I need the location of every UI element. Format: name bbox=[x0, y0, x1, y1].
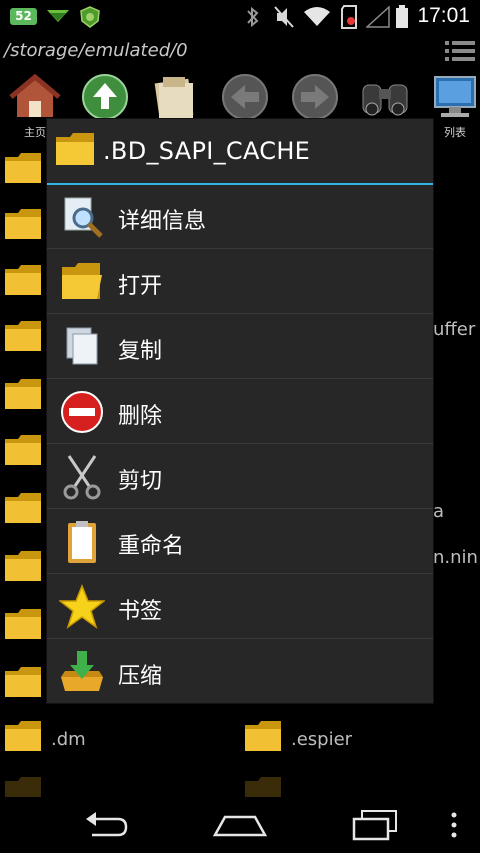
folder-icon[interactable] bbox=[4, 607, 42, 641]
folder-icon[interactable] bbox=[4, 151, 42, 185]
open-folder-icon bbox=[62, 263, 102, 299]
star-icon bbox=[59, 584, 105, 629]
documents-stack-icon bbox=[154, 77, 194, 120]
file-name-partial: uffer bbox=[433, 319, 476, 340]
signal-icon bbox=[366, 6, 390, 28]
binoculars-icon bbox=[362, 84, 408, 116]
current-path[interactable]: /storage/emulated/0 bbox=[4, 40, 188, 61]
menu-item-label: 详细信息 bbox=[118, 209, 207, 234]
folder-icon[interactable] bbox=[4, 775, 42, 797]
wifi-icon bbox=[304, 7, 330, 26]
bluetooth-icon bbox=[247, 6, 259, 28]
dialog-header: .BD_SAPI_CACHE bbox=[47, 119, 433, 185]
folder-icon[interactable] bbox=[4, 263, 42, 297]
dialog-title: .BD_SAPI_CACHE bbox=[103, 137, 311, 165]
magnifier-document-icon bbox=[64, 197, 103, 238]
home-icon[interactable] bbox=[212, 809, 268, 841]
copy-icon bbox=[66, 327, 98, 365]
folder-icon[interactable] bbox=[244, 775, 282, 797]
navigation-bar bbox=[0, 797, 480, 853]
menu-item-cut[interactable]: 剪切 bbox=[47, 445, 433, 509]
folder-icon bbox=[56, 133, 94, 165]
back-arrow-icon bbox=[222, 74, 268, 120]
folder-icon[interactable] bbox=[4, 491, 42, 525]
menu-item-label: 复制 bbox=[118, 339, 163, 364]
folder-icon[interactable] bbox=[4, 549, 42, 583]
forward-arrow-icon bbox=[292, 74, 338, 120]
download-notification-icon bbox=[47, 10, 69, 22]
folder-icon[interactable] bbox=[244, 719, 282, 753]
view-list-button[interactable]: 列表 bbox=[425, 71, 480, 139]
menu-item-open[interactable]: 打开 bbox=[47, 250, 433, 314]
menu-item-rename[interactable]: 重命名 bbox=[47, 510, 433, 574]
menu-item-label: 书签 bbox=[118, 599, 163, 624]
folder-icon[interactable] bbox=[4, 665, 42, 699]
sd-card-icon bbox=[341, 5, 357, 29]
menu-item-details[interactable]: 详细信息 bbox=[47, 185, 433, 249]
compress-icon bbox=[61, 651, 103, 691]
status-time: 17:01 bbox=[417, 4, 470, 27]
home-icon bbox=[9, 73, 61, 117]
menu-item-bookmark[interactable]: 书签 bbox=[47, 575, 433, 639]
menu-item-label: 重命名 bbox=[118, 534, 185, 559]
folder-icon[interactable] bbox=[4, 207, 42, 241]
recent-apps-icon[interactable] bbox=[350, 807, 400, 843]
menu-item-label: 删除 bbox=[118, 404, 163, 429]
menu-item-label: 剪切 bbox=[118, 469, 163, 494]
back-icon[interactable] bbox=[82, 809, 130, 841]
mute-icon bbox=[274, 6, 294, 28]
overflow-menu-icon[interactable] bbox=[449, 811, 459, 839]
monitor-icon bbox=[434, 76, 476, 117]
file-name-partial: a bbox=[433, 501, 445, 522]
menu-item-delete[interactable]: 删除 bbox=[47, 380, 433, 444]
folder-icon[interactable] bbox=[4, 377, 42, 411]
menu-item-label: 打开 bbox=[118, 274, 163, 299]
menu-item-compress[interactable]: 压缩 bbox=[47, 640, 433, 704]
file-name[interactable]: .espier bbox=[291, 729, 352, 750]
folder-icon[interactable] bbox=[4, 719, 42, 753]
app-notification-icon bbox=[80, 6, 100, 28]
status-bar: 52 17:01 bbox=[0, 0, 480, 33]
context-menu-dialog: .BD_SAPI_CACHE 详细信息 打开 复制 删除 剪切 重命名 书签 压… bbox=[47, 119, 433, 703]
menu-item-copy[interactable]: 复制 bbox=[47, 315, 433, 379]
battery-icon bbox=[396, 5, 408, 28]
file-name-partial: n.nin bbox=[433, 547, 478, 568]
rename-icon bbox=[68, 521, 96, 563]
file-name[interactable]: .dm bbox=[51, 729, 86, 750]
folder-icon[interactable] bbox=[4, 433, 42, 467]
folder-icon[interactable] bbox=[4, 319, 42, 353]
path-bar: /storage/emulated/0 bbox=[0, 33, 480, 69]
notification-count-badge: 52 bbox=[10, 8, 37, 25]
delete-icon bbox=[61, 391, 103, 433]
up-arrow-icon bbox=[82, 74, 128, 120]
scissors-icon bbox=[63, 455, 101, 500]
list-label: 列表 bbox=[444, 126, 466, 139]
menu-item-label: 压缩 bbox=[118, 664, 163, 689]
list-menu-icon[interactable] bbox=[444, 39, 476, 63]
